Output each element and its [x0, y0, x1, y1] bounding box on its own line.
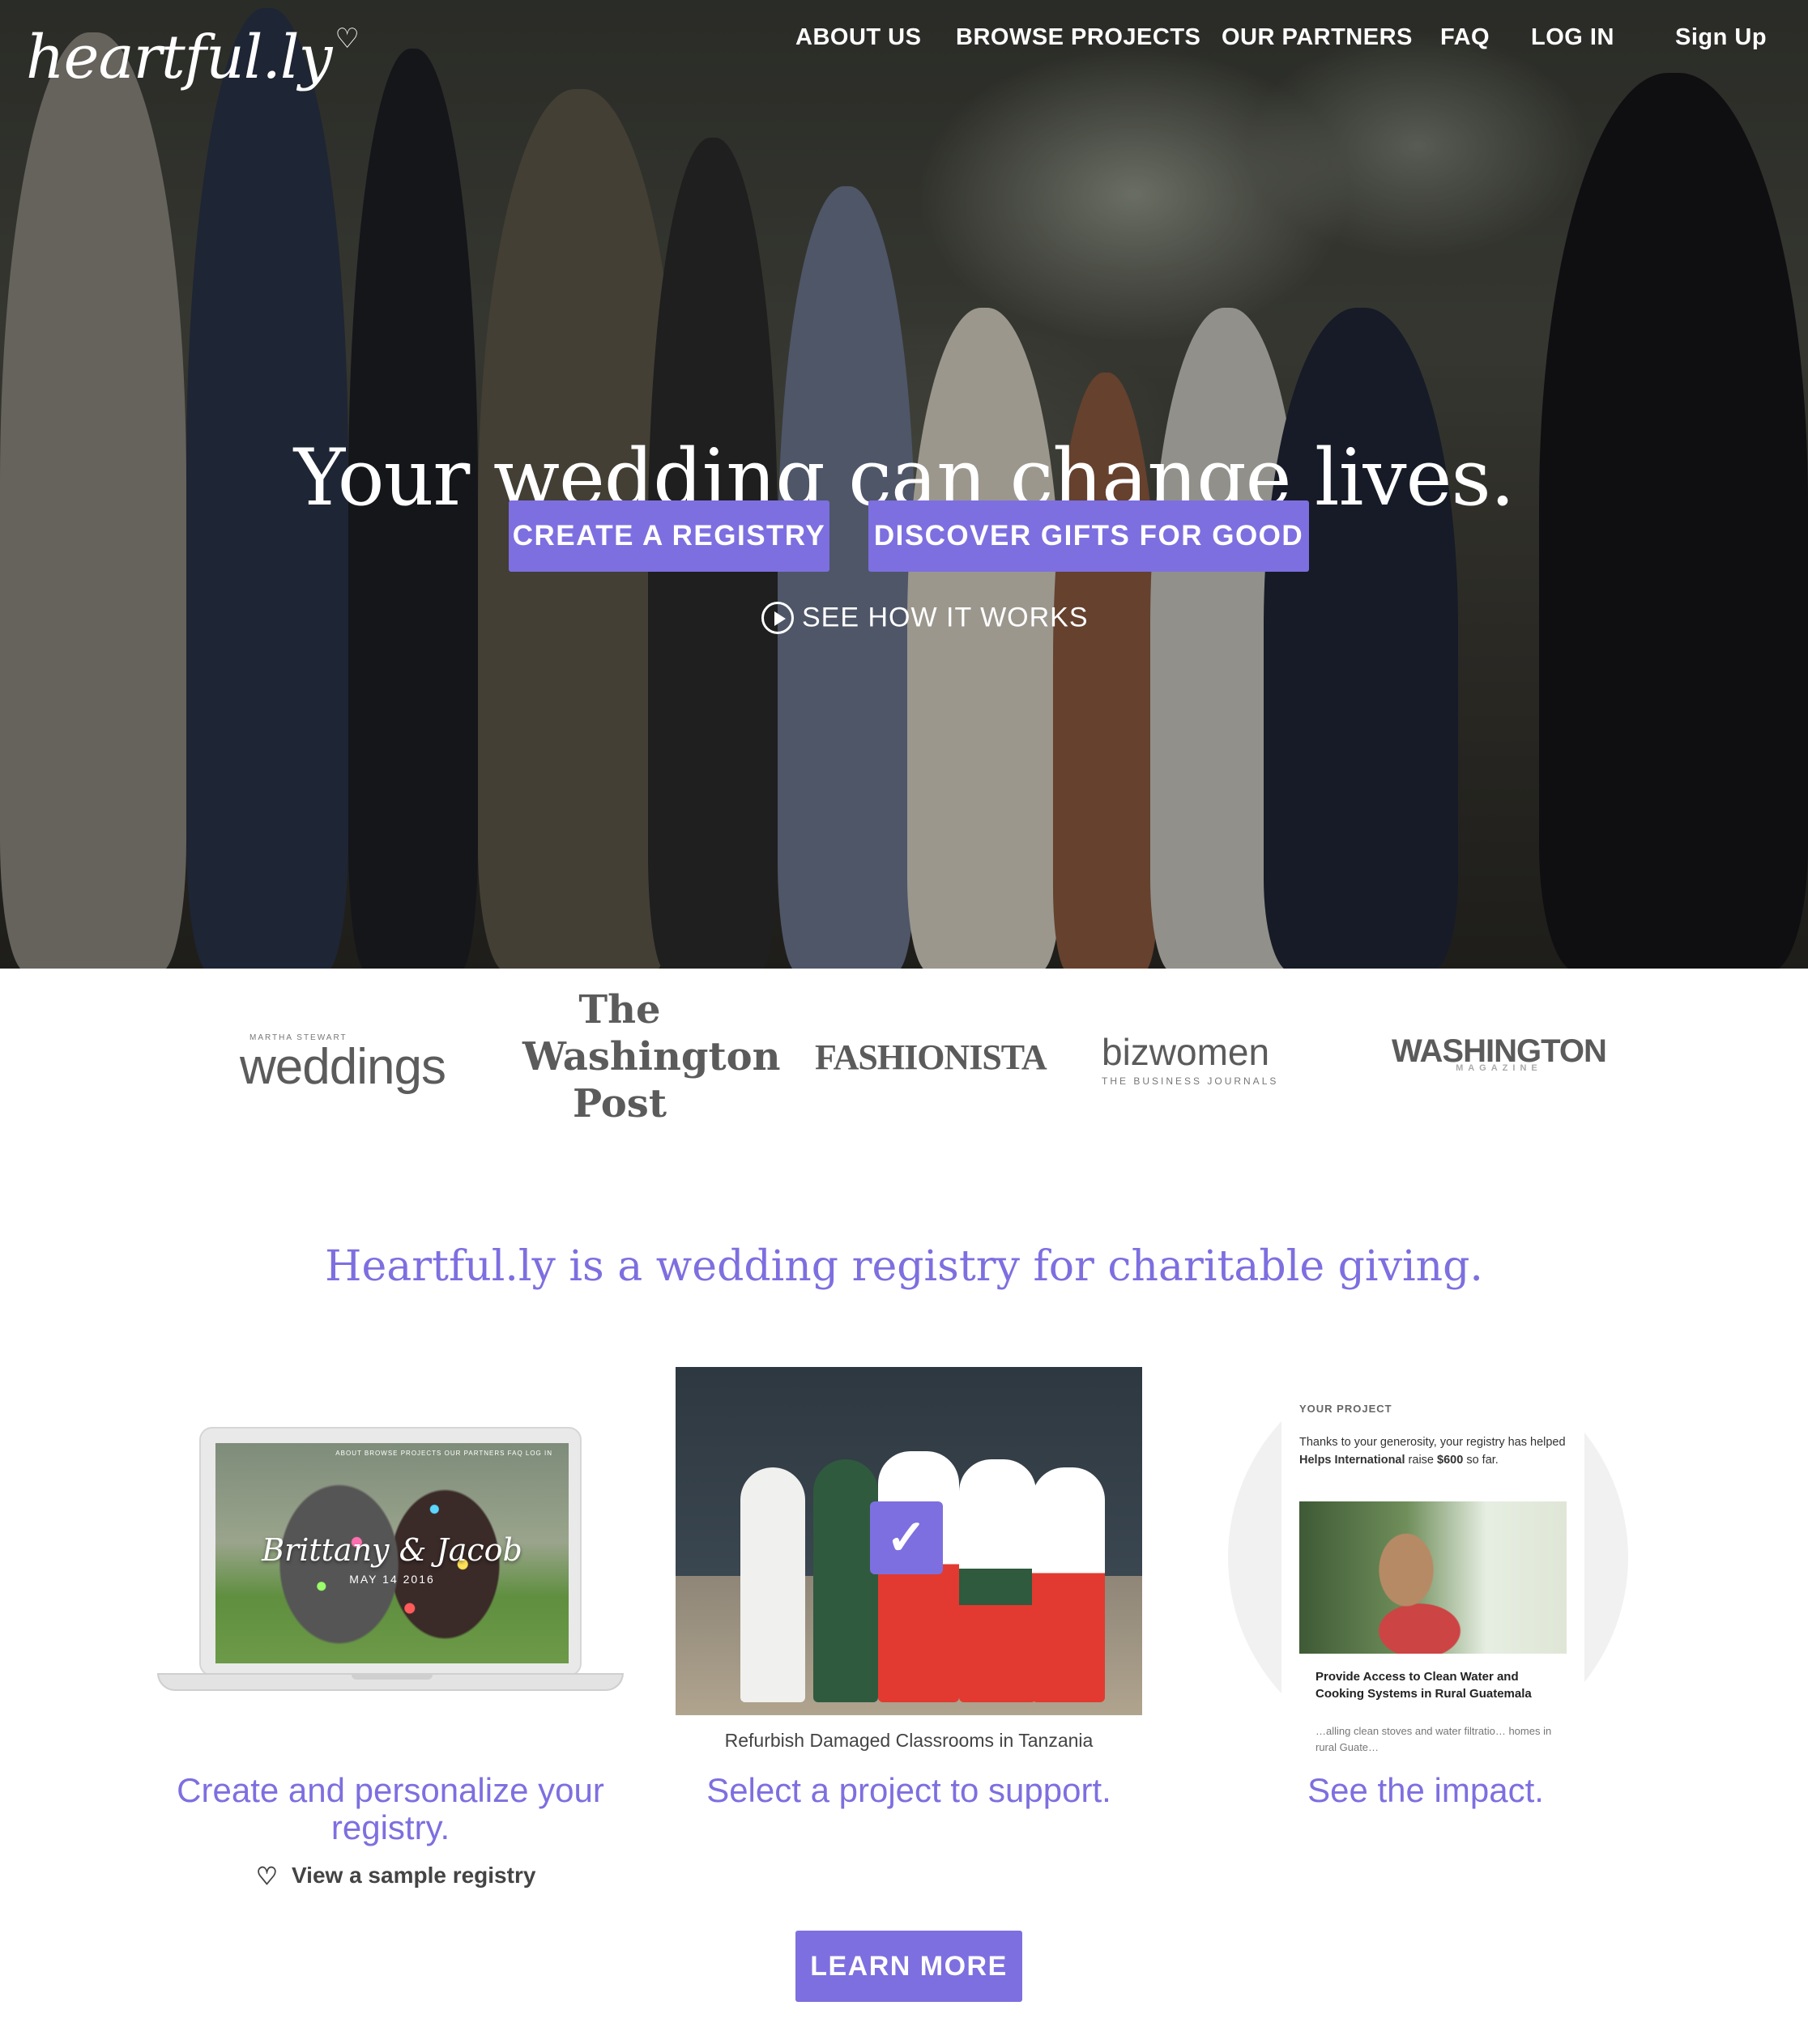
hero-section: heartful.ly ♡ ABOUT US BROWSE PROJECTS OU…	[0, 0, 1808, 969]
hearts-icon: ♡	[256, 1863, 278, 1890]
laptop-notch	[352, 1675, 433, 1680]
nav-our-partners[interactable]: OUR PARTNERS	[1222, 24, 1413, 51]
registry-preview-photo: ABOUT BROWSE PROJECTS OUR PARTNERS FAQ L…	[215, 1443, 569, 1663]
nav-browse-projects[interactable]: BROWSE PROJECTS	[956, 24, 1200, 51]
check-icon: ✓	[870, 1501, 943, 1574]
press-bizwomen-label: bizwomen	[1102, 1031, 1270, 1073]
impact-body-pre: Thanks to your generosity, your registry…	[1299, 1436, 1566, 1449]
impact-heading: YOUR PROJECT	[1299, 1403, 1392, 1415]
impact-body-amount: $600	[1437, 1454, 1464, 1467]
press-wapo-line-1: The	[578, 987, 661, 1033]
impact-project-desc: …alling clean stoves and water filtratio…	[1315, 1725, 1552, 1753]
nav-sign-up[interactable]: Sign Up	[1675, 24, 1767, 51]
press-logo-bizwomen: bizwomen THE BUSINESS JOURNALS	[1102, 1030, 1278, 1087]
impact-body: Thanks to your generosity, your registry…	[1299, 1433, 1575, 1469]
heart-icon: ♡	[335, 23, 360, 55]
press-weddings-label: weddings	[240, 1039, 446, 1095]
press-logo-martha-stewart-weddings: MARTHA STEWART weddings	[240, 1033, 446, 1096]
press-bizwomen-sub: THE BUSINESS JOURNALS	[1102, 1075, 1279, 1087]
press-logo-washington-post: The Washington Post	[522, 986, 781, 1127]
project-caption: Refurbish Damaged Classrooms in Tanzania	[724, 1730, 1094, 1751]
impact-body-post: so far.	[1463, 1454, 1499, 1467]
feature-title-project: Select a project to support.	[706, 1771, 1111, 1809]
press-wapo-line-3: Post	[572, 1081, 667, 1126]
nav-about-us[interactable]: ABOUT US	[795, 24, 921, 51]
photo-student	[740, 1467, 805, 1702]
tagline: Heartful.ly is a wedding registry for ch…	[325, 1242, 1483, 1291]
feature-title-impact: See the impact.	[1307, 1771, 1544, 1809]
view-sample-registry-link[interactable]: ♡ View a sample registry	[256, 1863, 535, 1889]
photo-student	[1032, 1467, 1105, 1702]
discover-gifts-button[interactable]: DISCOVER GIFTS FOR GOOD	[868, 500, 1309, 572]
logo-text: heartful.ly	[26, 23, 332, 92]
laptop-registry-preview: ABOUT BROWSE PROJECTS OUR PARTNERS FAQ L…	[199, 1427, 582, 1676]
see-how-it-works-link[interactable]: SEE HOW IT WORKS	[761, 601, 1089, 637]
photo-student	[813, 1459, 878, 1702]
learn-more-button[interactable]: LEARN MORE	[795, 1931, 1022, 2002]
nav-faq[interactable]: FAQ	[1440, 24, 1490, 51]
press-logo-washington-life: WASHINGTON MAGAZINE	[1392, 1033, 1607, 1073]
impact-project-title: Provide Access to Clean Water and Cookin…	[1315, 1670, 1532, 1701]
play-circle-icon	[761, 602, 794, 635]
nav-log-in[interactable]: LOG IN	[1531, 24, 1614, 51]
registry-couple-names: Brittany & Jacob	[262, 1532, 522, 1568]
feature-title-registry: Create and personalize your registry.	[177, 1771, 604, 1846]
view-sample-registry-label: View a sample registry	[292, 1863, 536, 1888]
press-weddings-super: MARTHA STEWART	[249, 1033, 348, 1042]
press-wapo-line-2: Washington	[522, 1034, 781, 1079]
see-how-it-works-label: SEE HOW IT WORKS	[802, 602, 1089, 633]
press-logo-fashionista: FASHIONISTA	[815, 1037, 1047, 1077]
laptop-base	[157, 1673, 624, 1691]
registry-date: MAY 14 2016	[349, 1573, 435, 1586]
impact-card: YOUR PROJECT Thanks to your generosity, …	[1281, 1357, 1584, 1762]
impact-project-photo	[1299, 1501, 1567, 1654]
impact-body-mid: raise	[1405, 1454, 1438, 1467]
photo-student	[878, 1451, 959, 1702]
photo-student	[959, 1459, 1036, 1702]
press-logos: MARTHA STEWART weddings The Washington P…	[0, 969, 1808, 1147]
logo[interactable]: heartful.ly ♡	[26, 23, 360, 92]
impact-body-org: Helps International	[1299, 1454, 1405, 1467]
create-registry-button[interactable]: CREATE A REGISTRY	[509, 500, 829, 572]
registry-preview-nav: ABOUT BROWSE PROJECTS OUR PARTNERS FAQ L…	[335, 1450, 552, 1457]
project-photo[interactable]: ✓	[676, 1367, 1142, 1715]
